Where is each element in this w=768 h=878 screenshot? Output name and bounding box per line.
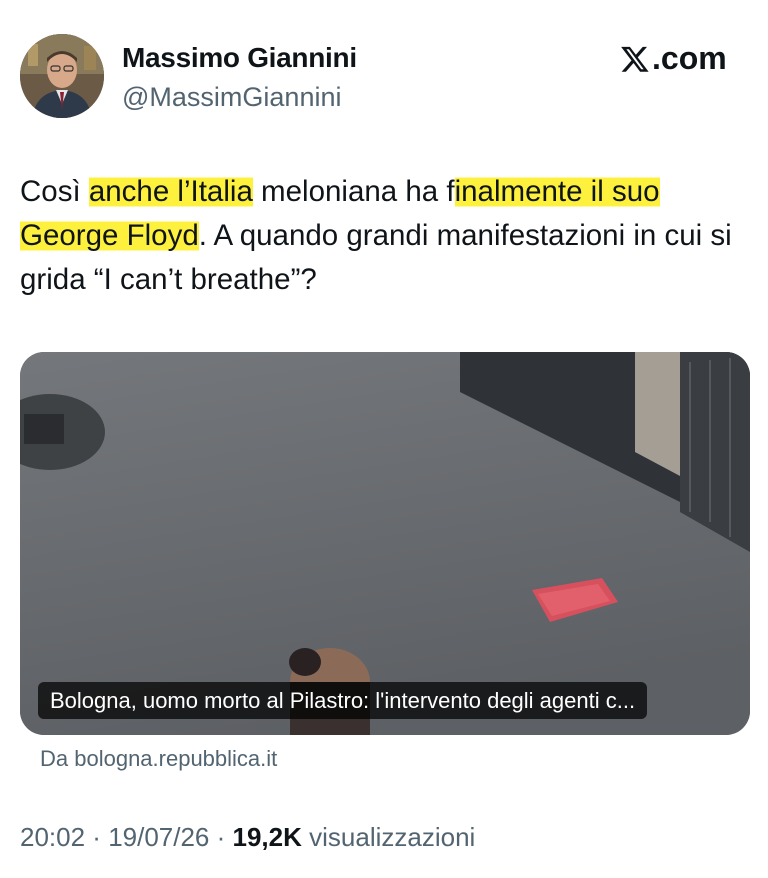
media-card[interactable]: Bologna, uomo morto al Pilastro: l'inter… (20, 352, 750, 735)
media-caption[interactable]: Bologna, uomo morto al Pilastro: l'inter… (38, 682, 648, 719)
x-logo-icon (621, 46, 649, 72)
meta-separator: · (85, 822, 109, 852)
avatar[interactable] (20, 34, 104, 118)
author-handle[interactable]: @MassimGiannini (122, 82, 341, 113)
views-label: visualizzazioni (309, 822, 476, 852)
tweet-text-part: meloniana ha f (252, 175, 455, 208)
brand-label: .com (652, 40, 727, 76)
avatar-image (20, 34, 104, 118)
highlighted-text: anche l’Italia (88, 175, 253, 208)
tweet-header: Massimo Giannini @MassimGiannini .com (0, 0, 768, 140)
highlighted-text: George Floyd (20, 219, 199, 252)
tweet-meta: 20:02 · 19/07/26 · 19,2K visualizzazioni (20, 822, 475, 853)
tweet-text-part: Così (20, 175, 89, 208)
link-source[interactable]: Da bologna.repubblica.it (40, 746, 277, 772)
media-photo (20, 352, 750, 735)
tweet-date[interactable]: 19/07/26 (108, 822, 209, 852)
brand-watermark: .com (620, 40, 727, 77)
tweet-text: Così anche l’Italia meloniana ha finalme… (20, 170, 755, 302)
author-name[interactable]: Massimo Giannini (122, 42, 357, 74)
highlighted-text: inalmente il suo (454, 175, 660, 208)
views-count[interactable]: 19,2K (233, 822, 302, 852)
meta-separator: · (209, 822, 233, 852)
tweet-time[interactable]: 20:02 (20, 822, 85, 852)
